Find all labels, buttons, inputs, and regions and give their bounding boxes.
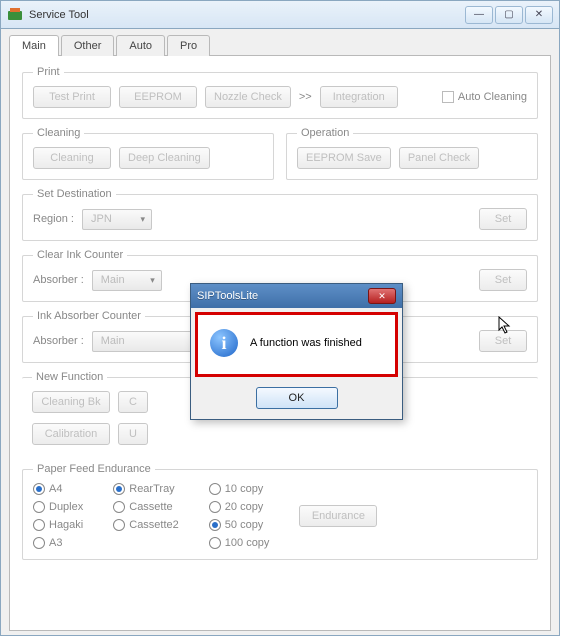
eeprom-button[interactable]: EEPROM bbox=[119, 86, 197, 108]
dialog-titlebar: SIPToolsLite ✕ bbox=[191, 284, 402, 308]
group-paper-feed: Paper Feed Endurance A4 Duplex Hagaki A3… bbox=[22, 463, 538, 560]
radio-a4[interactable]: A4 bbox=[33, 483, 83, 495]
region-label: Region : bbox=[33, 213, 74, 225]
dialog-close-button[interactable]: ✕ bbox=[368, 288, 396, 304]
chevron-right-icon: >> bbox=[299, 91, 312, 103]
ok-button[interactable]: OK bbox=[256, 387, 338, 409]
tab-main[interactable]: Main bbox=[9, 35, 59, 56]
deep-cleaning-button[interactable]: Deep Cleaning bbox=[119, 147, 210, 169]
dialog-title: SIPToolsLite bbox=[197, 290, 368, 302]
dialog-message: A function was finished bbox=[250, 337, 362, 349]
group-set-destination: Set Destination Region : JPN Set bbox=[22, 188, 538, 241]
paper-source-radios: RearTray Cassette Cassette2 bbox=[113, 483, 179, 531]
paper-size-radios: A4 Duplex Hagaki A3 bbox=[33, 483, 83, 549]
test-print-button[interactable]: Test Print bbox=[33, 86, 111, 108]
cleaning-bk-button[interactable]: Cleaning Bk bbox=[32, 391, 110, 413]
tab-pro[interactable]: Pro bbox=[167, 35, 210, 56]
window-title: Service Tool bbox=[29, 9, 465, 21]
group-print: Print Test Print EEPROM Nozzle Check >> … bbox=[22, 66, 538, 119]
integration-button[interactable]: Integration bbox=[320, 86, 398, 108]
absorber-select-1[interactable]: Main bbox=[92, 270, 162, 291]
tab-auto[interactable]: Auto bbox=[116, 35, 165, 56]
maximize-button[interactable]: ▢ bbox=[495, 6, 523, 24]
message-dialog: SIPToolsLite ✕ i A function was finished… bbox=[190, 283, 403, 420]
absorber-label-2: Absorber : bbox=[33, 335, 84, 347]
clear-ink-set-button[interactable]: Set bbox=[479, 269, 527, 291]
region-select[interactable]: JPN bbox=[82, 209, 152, 230]
radio-10copy[interactable]: 10 copy bbox=[209, 483, 270, 495]
c-button[interactable]: C bbox=[118, 391, 148, 413]
tab-strip: Main Other Auto Pro bbox=[9, 35, 551, 56]
radio-20copy[interactable]: 20 copy bbox=[209, 501, 270, 513]
radio-reartray[interactable]: RearTray bbox=[113, 483, 179, 495]
absorber-label-1: Absorber : bbox=[33, 274, 84, 286]
auto-cleaning-checkbox[interactable]: Auto Cleaning bbox=[442, 91, 527, 103]
radio-50copy[interactable]: 50 copy bbox=[209, 519, 270, 531]
group-print-legend: Print bbox=[33, 66, 64, 78]
radio-cassette2[interactable]: Cassette2 bbox=[113, 519, 179, 531]
radio-100copy[interactable]: 100 copy bbox=[209, 537, 270, 549]
group-operation: Operation EEPROM Save Panel Check bbox=[286, 127, 538, 180]
calibration-button[interactable]: Calibration bbox=[32, 423, 110, 445]
u-button[interactable]: U bbox=[118, 423, 148, 445]
endurance-button[interactable]: Endurance bbox=[299, 505, 377, 527]
cleaning-button[interactable]: Cleaning bbox=[33, 147, 111, 169]
minimize-button[interactable]: — bbox=[465, 6, 493, 24]
info-icon: i bbox=[210, 329, 238, 357]
radio-a3[interactable]: A3 bbox=[33, 537, 83, 549]
app-icon bbox=[7, 7, 23, 23]
copy-count-radios: 10 copy 20 copy 50 copy 100 copy bbox=[209, 483, 270, 549]
set-destination-button[interactable]: Set bbox=[479, 208, 527, 230]
group-cleaning: Cleaning Cleaning Deep Cleaning bbox=[22, 127, 274, 180]
radio-duplex[interactable]: Duplex bbox=[33, 501, 83, 513]
titlebar: Service Tool — ▢ ✕ bbox=[1, 1, 559, 29]
ink-absorber-set-button[interactable]: Set bbox=[479, 330, 527, 352]
close-button[interactable]: ✕ bbox=[525, 6, 553, 24]
nozzle-check-button[interactable]: Nozzle Check bbox=[205, 86, 291, 108]
panel-check-button[interactable]: Panel Check bbox=[399, 147, 479, 169]
radio-hagaki[interactable]: Hagaki bbox=[33, 519, 83, 531]
radio-cassette[interactable]: Cassette bbox=[113, 501, 179, 513]
eeprom-save-button[interactable]: EEPROM Save bbox=[297, 147, 391, 169]
tab-other[interactable]: Other bbox=[61, 35, 115, 56]
